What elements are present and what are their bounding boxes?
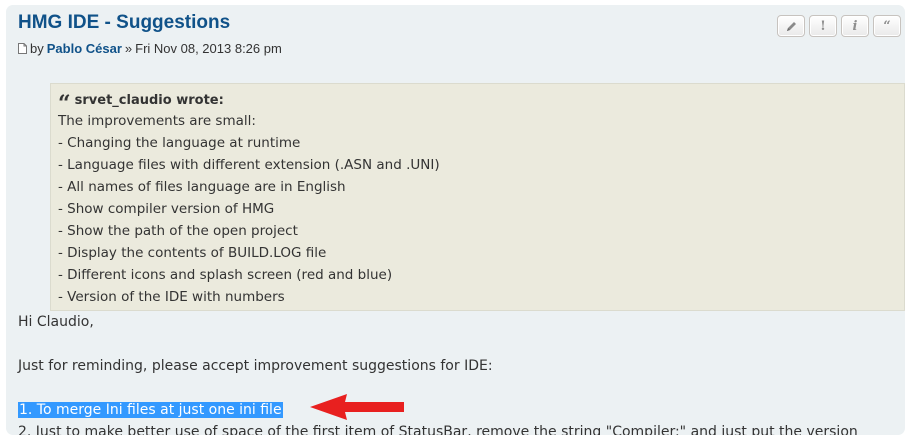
report-button[interactable]: ! xyxy=(809,15,837,37)
suggestion-item-2: 2. Just to make better use of space of t… xyxy=(18,424,858,435)
selected-text[interactable]: 1. To merge Ini files at just one ini fi… xyxy=(18,402,283,418)
quote-line: - Version of the IDE with numbers xyxy=(58,289,285,305)
post: HMG IDE - Suggestions by Pablo César » F… xyxy=(6,5,905,435)
quote-line: - Different icons and splash screen (red… xyxy=(58,267,393,283)
author-link[interactable]: Pablo César xyxy=(47,41,122,56)
quote-line: - Changing the language at runtime xyxy=(58,135,301,151)
red-arrow-annotation xyxy=(310,394,404,420)
edit-button[interactable] xyxy=(777,15,805,37)
info-button[interactable]: i xyxy=(841,15,869,37)
post-byline: by Pablo César » Fri Nov 08, 2013 8:26 p… xyxy=(18,41,282,56)
quote-button[interactable]: “ xyxy=(873,15,901,37)
quote-line: - All names of files language are in Eng… xyxy=(58,179,346,195)
report-icon: ! xyxy=(820,18,826,34)
quote-line: The improvements are small: xyxy=(58,113,256,129)
quote-cite: “ srvet_claudio wrote: xyxy=(58,90,897,116)
quote-marks-icon: “ xyxy=(883,18,891,34)
post-date: Fri Nov 08, 2013 8:26 pm xyxy=(135,41,282,56)
pencil-icon xyxy=(786,21,796,31)
post-file-icon xyxy=(18,43,27,54)
byline-separator: » xyxy=(124,41,133,56)
quote-line: - Language files with different extensio… xyxy=(58,157,440,173)
quote-line: - Show compiler version of HMG xyxy=(58,201,275,217)
post-buttons: ! i “ xyxy=(777,15,901,37)
post-title[interactable]: HMG IDE - Suggestions xyxy=(18,12,230,34)
reply-intro: Just for reminding, please accept improv… xyxy=(18,358,493,374)
reply-body: Hi Claudio, Just for reminding, please a… xyxy=(18,311,898,435)
quote-line: - Show the path of the open project xyxy=(58,223,298,239)
quote-author: srvet_claudio wrote: xyxy=(74,92,224,108)
info-icon: i xyxy=(852,18,858,34)
quote-block: “ srvet_claudio wrote: The improvements … xyxy=(50,83,905,311)
reply-greeting: Hi Claudio, xyxy=(18,314,94,330)
suggestion-item-1: 1. To merge Ini files at just one ini fi… xyxy=(18,399,898,421)
byline-by-text: by xyxy=(30,41,44,56)
quote-line: - Display the contents of BUILD.LOG file xyxy=(58,245,327,261)
